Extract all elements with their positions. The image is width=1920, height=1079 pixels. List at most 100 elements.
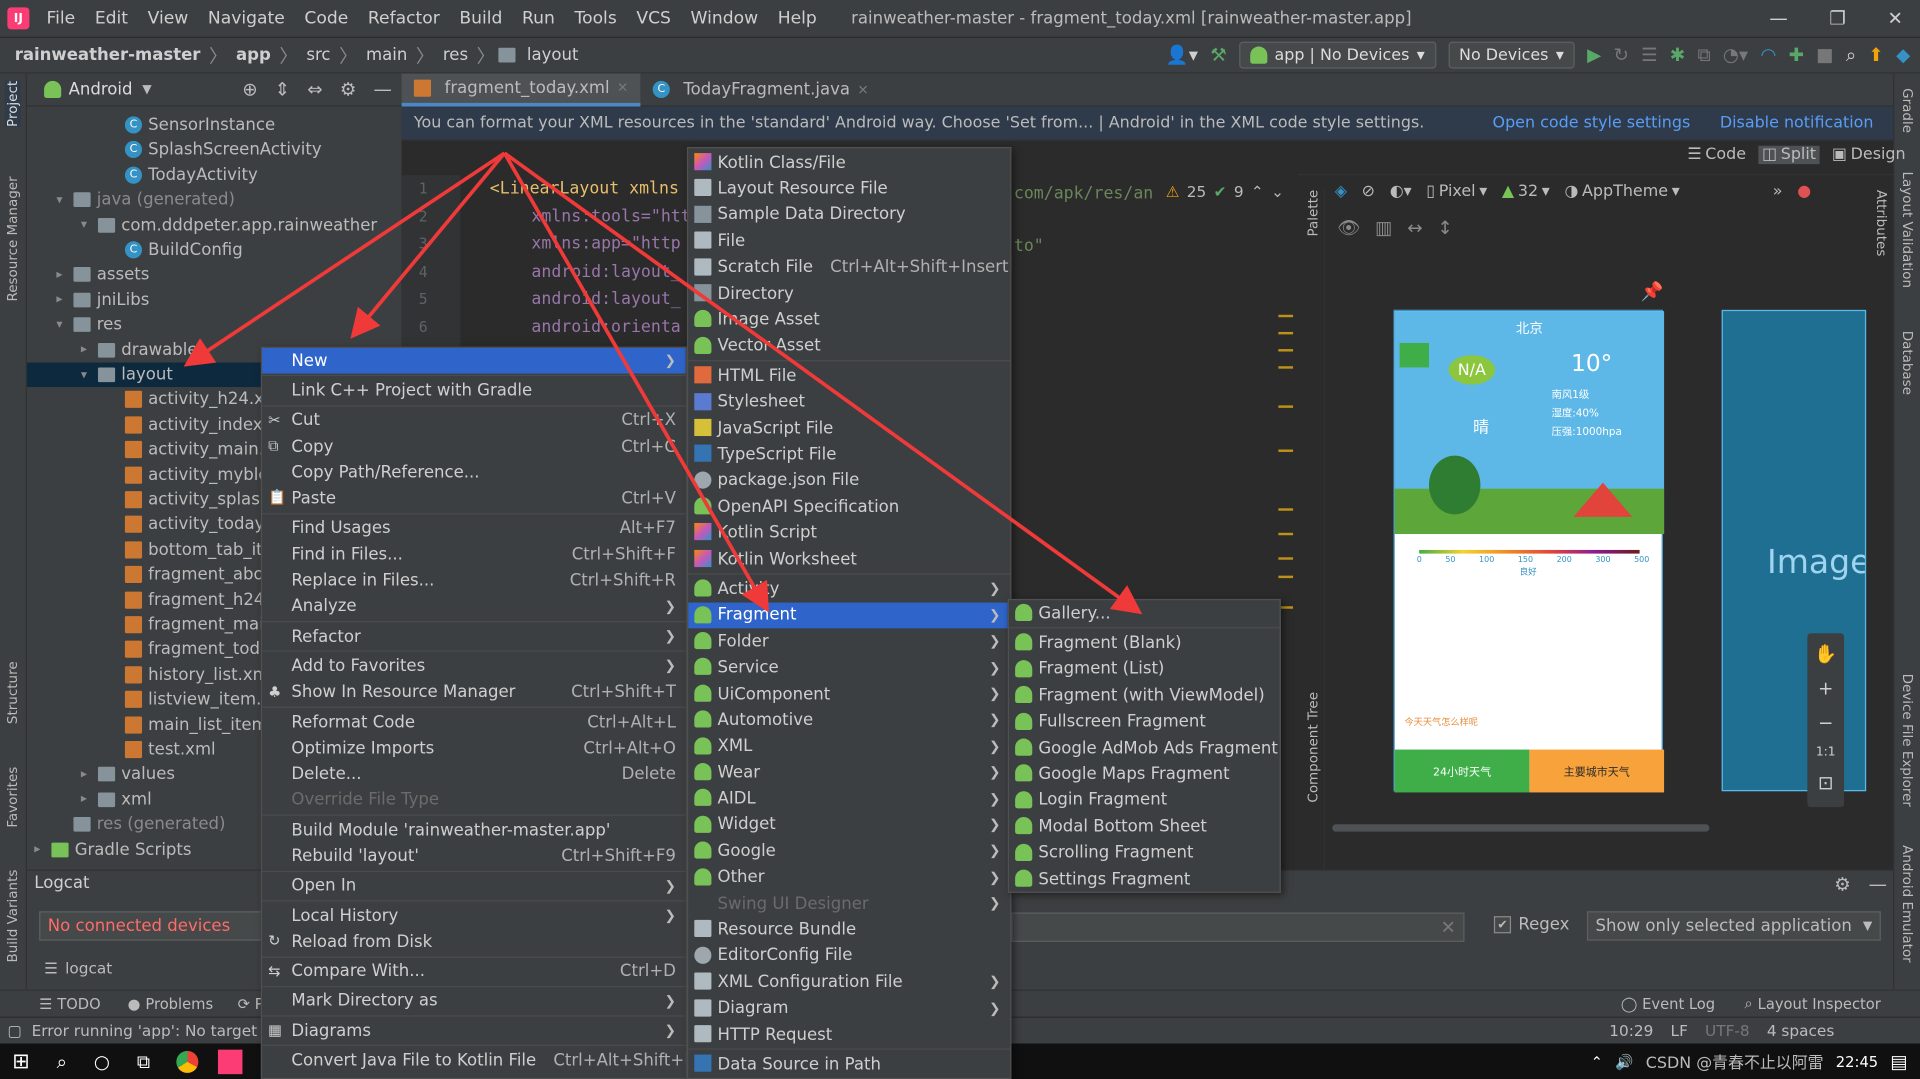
breadcrumb-item[interactable]: app xyxy=(231,45,276,65)
menu-item-modal-bottom-sheet[interactable]: Modal Bottom Sheet xyxy=(1009,813,1280,839)
night-mode-icon[interactable]: ◐▾ xyxy=(1390,182,1412,200)
api-level-select[interactable]: ▲ 32 ▾ xyxy=(1502,182,1550,200)
menu-item-reload-from-disk[interactable]: ↻ Reload from Disk xyxy=(262,929,686,955)
menu-item-add-to-favorites[interactable]: Add to Favorites ❯ xyxy=(262,653,686,679)
event-log-tool-tab[interactable]: ◯ Event Log xyxy=(1621,995,1715,1012)
locate-icon[interactable]: ⊕ xyxy=(242,78,257,100)
menu-item-replace-in-files[interactable]: Replace in Files... Ctrl+Shift+R xyxy=(262,568,686,594)
profiler-icon[interactable]: ◠ xyxy=(1760,44,1776,66)
menu-edit[interactable]: Edit xyxy=(85,9,138,29)
menu-item-mark-directory-as[interactable]: Mark Directory as ❯ xyxy=(262,988,686,1014)
collapse-all-icon[interactable]: ⇔ xyxy=(307,78,322,100)
menu-item-fragment-with-viewmodel[interactable]: Fragment (with ViewModel) xyxy=(1009,682,1280,708)
menu-item-paste[interactable]: 📋 Paste Ctrl+V xyxy=(262,486,686,512)
update-icon[interactable]: ⬆ xyxy=(1868,44,1883,66)
menu-item-compare-with[interactable]: ⇆ Compare With... Ctrl+D xyxy=(262,958,686,984)
zoom-out-icon[interactable]: − xyxy=(1818,712,1833,734)
menu-item-settings-fragment[interactable]: Settings Fragment xyxy=(1009,866,1280,892)
logcat-settings-icon[interactable]: ⚙ xyxy=(1834,873,1850,895)
menu-window[interactable]: Window xyxy=(681,9,768,29)
menu-item-fragment-blank[interactable]: Fragment (Blank) xyxy=(1009,630,1280,656)
menu-item-automotive[interactable]: Automotive ❯ xyxy=(688,707,1010,733)
zoom-in-icon[interactable]: + xyxy=(1818,677,1833,699)
tree-item[interactable]: activity_myblog xyxy=(27,462,279,486)
intellij-taskbar-icon[interactable] xyxy=(218,1049,244,1074)
device-select[interactable]: No Devices ▾ xyxy=(1448,41,1575,69)
menu-item-image-asset[interactable]: Image Asset xyxy=(688,307,1010,333)
tree-item[interactable]: ▾ java (generated) xyxy=(27,188,235,212)
taskbar-search-icon[interactable]: ⌕ xyxy=(57,1050,67,1072)
expand-arrow-icon[interactable]: ▾ xyxy=(56,318,73,331)
windows-start-icon[interactable]: ⊞ xyxy=(12,1049,29,1073)
caret-position[interactable]: 10:29 xyxy=(1609,1021,1653,1039)
menu-item-copy[interactable]: ⧉ Copy Ctrl+C xyxy=(262,433,686,459)
menu-item-folder[interactable]: Folder ❯ xyxy=(688,628,1010,654)
menu-item-other[interactable]: Other ❯ xyxy=(688,864,1010,890)
build-hammer-icon[interactable]: ⚒ xyxy=(1210,44,1226,66)
line-separator[interactable]: LF xyxy=(1671,1021,1688,1039)
chrome-icon[interactable] xyxy=(176,1050,199,1073)
menu-item-kotlin-script[interactable]: Kotlin Script xyxy=(688,520,1010,546)
menu-item-find-usages[interactable]: Find Usages Alt+F7 xyxy=(262,515,686,541)
menu-item-login-fragment[interactable]: Login Fragment xyxy=(1009,787,1280,813)
tree-item[interactable]: fragment_today xyxy=(27,637,280,661)
expand-arrow-icon[interactable]: ▸ xyxy=(81,793,98,806)
menu-item-file[interactable]: File xyxy=(688,228,1010,254)
prev-highlight-icon[interactable]: ⌃ xyxy=(1251,182,1264,200)
tree-item[interactable]: fragment_main. xyxy=(27,612,280,636)
menu-item-wear[interactable]: Wear ❯ xyxy=(688,759,1010,785)
stop-icon[interactable]: ■ xyxy=(1816,44,1833,66)
resource-manager-tool-tab[interactable]: Resource Manager xyxy=(5,176,21,301)
menu-item-fragment-list[interactable]: Fragment (List) xyxy=(1009,656,1280,682)
file-encoding[interactable]: UTF-8 xyxy=(1705,1021,1750,1039)
menu-item-gallery[interactable]: Gallery... xyxy=(1009,600,1280,626)
menu-item-analyze[interactable]: Analyze ❯ xyxy=(262,594,686,620)
status-message[interactable]: Error running 'app': No target d xyxy=(32,1021,272,1039)
device-select-design[interactable]: ▯ Pixel ▾ xyxy=(1426,182,1487,200)
menu-run[interactable]: Run xyxy=(512,9,564,29)
menu-item-kotlin-worksheet[interactable]: Kotlin Worksheet xyxy=(688,546,1010,572)
tree-item[interactable]: C BuildConfig xyxy=(27,238,243,262)
tree-item[interactable]: bottom_tab_ite xyxy=(27,537,273,561)
minimize-icon[interactable]: — xyxy=(1769,7,1787,29)
menu-item-delete[interactable]: Delete... Delete xyxy=(262,761,686,787)
menu-item-refactor[interactable]: Refactor ❯ xyxy=(262,623,686,649)
todo-tool-tab[interactable]: ☰ TODO xyxy=(39,995,101,1012)
device-file-explorer-tool-tab[interactable]: Device File Explorer xyxy=(1899,674,1915,807)
menu-item-scrolling-fragment[interactable]: Scrolling Fragment xyxy=(1009,840,1280,866)
cortana-icon[interactable]: ○ xyxy=(94,1050,110,1072)
tree-item[interactable]: fragment_abou xyxy=(27,562,274,586)
horizontal-resize-icon[interactable]: ↔ xyxy=(1407,217,1422,239)
menu-help[interactable]: Help xyxy=(768,9,827,29)
menu-item-html-file[interactable]: HTML File xyxy=(688,363,1010,389)
android-emulator-tool-tab[interactable]: Android Emulator xyxy=(1899,845,1915,963)
rerun-icon[interactable]: ↻ xyxy=(1613,44,1628,66)
tree-item[interactable]: C SensorInstance xyxy=(27,113,275,137)
menu-item-xml-configuration-file[interactable]: XML Configuration File ❯ xyxy=(688,969,1010,995)
layout-inspector-tool-tab[interactable]: ⌕ Layout Inspector xyxy=(1745,995,1881,1013)
tree-item[interactable]: ▸ drawable xyxy=(27,338,198,362)
tree-item[interactable]: activity_splash_ xyxy=(27,487,279,511)
menu-vcs[interactable]: VCS xyxy=(627,9,681,29)
tree-item[interactable]: fragment_h24.x xyxy=(27,587,280,611)
breadcrumb-item[interactable]: res xyxy=(438,45,473,65)
menu-item-activity[interactable]: Activity ❯ xyxy=(688,576,1010,602)
problems-tool-tab[interactable]: ● Problems xyxy=(128,995,213,1012)
search-icon[interactable]: ⌕ xyxy=(1846,44,1856,66)
tree-item[interactable]: activity_main.xr xyxy=(27,437,281,461)
debug-icon[interactable]: ✱ xyxy=(1670,44,1685,66)
menu-code[interactable]: Code xyxy=(295,9,358,29)
tree-item[interactable]: main_list_item.x xyxy=(27,712,283,736)
menu-item-http-request[interactable]: HTTP Request xyxy=(688,1021,1010,1047)
more-chevron-icon[interactable]: » xyxy=(1773,182,1783,200)
menu-item-data-source-in-path[interactable]: Data Source in Path xyxy=(688,1051,1010,1077)
split-mode-button[interactable]: ◫ Split xyxy=(1758,145,1820,165)
menu-build[interactable]: Build xyxy=(450,9,513,29)
tree-item[interactable]: history_list.xml xyxy=(27,662,273,686)
menu-item-directory[interactable]: Directory xyxy=(688,280,1010,306)
menu-item-diagram[interactable]: Diagram ❯ xyxy=(688,995,1010,1021)
menu-item-copy-path-reference[interactable]: Copy Path/Reference... xyxy=(262,460,686,486)
indent-setting[interactable]: 4 spaces xyxy=(1767,1021,1834,1039)
code-mode-button[interactable]: ☰ Code xyxy=(1687,146,1746,164)
tree-item[interactable]: C TodayActivity xyxy=(27,163,258,187)
